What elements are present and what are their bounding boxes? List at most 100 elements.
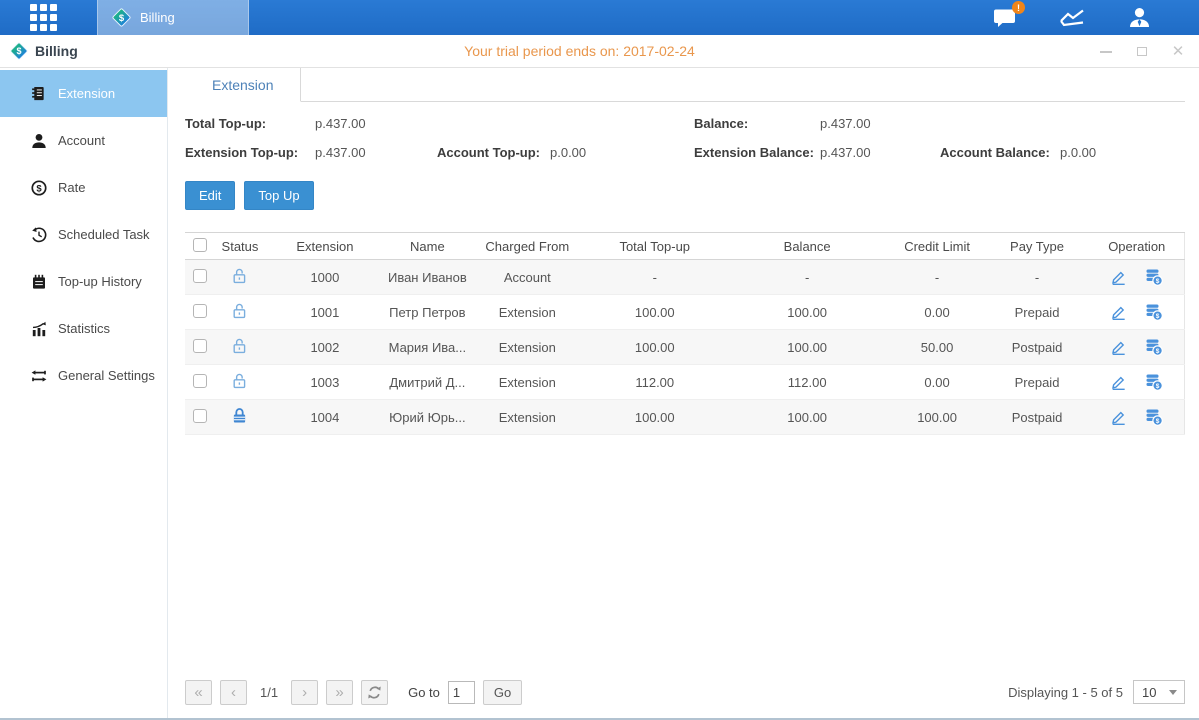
edit-row-icon[interactable]: [1110, 304, 1127, 321]
status-lock-icon[interactable]: [231, 372, 248, 389]
summary-panel: Total Top-up: p.437.00 Balance: p.437.00…: [185, 102, 1185, 160]
cell-name: Иван Иванов: [385, 260, 470, 295]
extension-table: Status Extension Name Charged From Total…: [185, 232, 1185, 668]
cell-extension: 1001: [265, 295, 385, 330]
table-row: 1001 Петр Петров Extension 100.00 100.00…: [185, 295, 1185, 330]
maximize-button[interactable]: [1135, 45, 1149, 59]
row-checkbox[interactable]: [193, 409, 207, 423]
cell-credit-limit: 0.00: [890, 295, 985, 330]
billing-diamond-icon: $: [112, 8, 131, 27]
prev-page-button[interactable]: ‹: [220, 680, 247, 705]
tab-strip: Extension: [185, 68, 1185, 102]
refresh-button[interactable]: [361, 680, 388, 705]
status-lock-icon[interactable]: [231, 302, 248, 319]
row-checkbox[interactable]: [193, 374, 207, 388]
chevron-down-icon: [1169, 690, 1177, 695]
sidebar-item-general-settings[interactable]: General Settings: [0, 352, 167, 399]
sidebar-item-scheduled-task[interactable]: Scheduled Task: [0, 211, 167, 258]
row-checkbox[interactable]: [193, 339, 207, 353]
edit-row-icon[interactable]: [1110, 269, 1127, 286]
statistics-chart-icon[interactable]: [1059, 8, 1086, 28]
billing-diamond-icon: $: [10, 42, 28, 60]
topup-row-icon[interactable]: $: [1145, 408, 1163, 426]
sidebar-item-label: Extension: [58, 86, 115, 101]
cell-total-topup: 112.00: [585, 365, 725, 400]
row-checkbox[interactable]: [193, 269, 207, 283]
status-lock-icon[interactable]: [231, 267, 248, 284]
goto-page-input[interactable]: [448, 681, 475, 704]
tab-label: Extension: [212, 77, 273, 93]
cell-name: Юрий Юрь...: [385, 400, 470, 435]
status-lock-icon[interactable]: [231, 337, 248, 354]
pagination-bar: « ‹ 1/1 › »: [185, 668, 1185, 716]
last-page-button[interactable]: »: [326, 680, 353, 705]
extension-topup-value: p.437.00: [315, 145, 437, 160]
displaying-text: Displaying 1 - 5 of 5: [1008, 685, 1123, 700]
cell-extension: 1002: [265, 330, 385, 365]
notepad-icon: [30, 274, 47, 290]
sidebar-item-topup-history[interactable]: Top-up History: [0, 258, 167, 305]
messages-icon[interactable]: !: [993, 7, 1017, 28]
edit-row-icon[interactable]: [1110, 409, 1127, 426]
minimize-button[interactable]: [1099, 45, 1113, 59]
col-status: Status: [215, 233, 265, 260]
row-checkbox[interactable]: [193, 304, 207, 318]
sidebar-item-account[interactable]: Account: [0, 117, 167, 164]
cell-pay-type: Prepaid: [985, 365, 1090, 400]
cell-balance: 100.00: [725, 400, 890, 435]
arrows-icon: [30, 368, 47, 384]
sidebar-item-label: Rate: [58, 180, 85, 195]
cell-balance: 100.00: [725, 330, 890, 365]
go-button[interactable]: Go: [483, 680, 522, 705]
col-total-topup: Total Top-up: [585, 233, 725, 260]
edit-button[interactable]: Edit: [185, 181, 235, 210]
cell-charged-from: Extension: [470, 295, 585, 330]
next-page-button[interactable]: ›: [291, 680, 318, 705]
topup-row-icon[interactable]: $: [1145, 373, 1163, 391]
topup-button[interactable]: Top Up: [244, 181, 313, 210]
sidebar-item-statistics[interactable]: Statistics: [0, 305, 167, 352]
sidebar-item-rate[interactable]: $ Rate: [0, 164, 167, 211]
svg-text:$: $: [1156, 348, 1160, 355]
first-page-button[interactable]: «: [185, 680, 212, 705]
sidebar-item-label: Statistics: [58, 321, 110, 336]
col-credit-limit: Credit Limit: [890, 233, 985, 260]
cell-balance: 100.00: [725, 295, 890, 330]
col-pay-type: Pay Type: [985, 233, 1090, 260]
status-lock-icon[interactable]: [231, 407, 248, 424]
apps-grid-icon[interactable]: [30, 4, 57, 31]
tab-extension[interactable]: Extension: [185, 68, 301, 102]
page-title: Billing: [35, 43, 78, 59]
topup-row-icon[interactable]: $: [1145, 268, 1163, 286]
person-icon: [30, 133, 47, 149]
edit-row-icon[interactable]: [1110, 374, 1127, 391]
extension-balance-value: p.437.00: [820, 145, 940, 160]
cell-pay-type: Postpaid: [985, 400, 1090, 435]
user-account-icon[interactable]: [1128, 7, 1151, 28]
topup-row-icon[interactable]: $: [1145, 303, 1163, 321]
total-topup-label: Total Top-up:: [185, 116, 315, 131]
sidebar-item-extension[interactable]: Extension: [0, 70, 167, 117]
page-size-select[interactable]: 10: [1133, 680, 1185, 704]
svg-text:$: $: [1156, 278, 1160, 285]
edit-row-icon[interactable]: [1110, 339, 1127, 356]
cell-name: Мария Ива...: [385, 330, 470, 365]
cell-pay-type: Prepaid: [985, 295, 1090, 330]
topbar-tab-billing[interactable]: $ Billing: [97, 0, 249, 35]
cell-charged-from: Account: [470, 260, 585, 295]
col-operation: Operation: [1089, 233, 1184, 260]
close-button[interactable]: ✕: [1171, 45, 1185, 59]
cell-name: Дмитрий Д...: [385, 365, 470, 400]
select-all-checkbox[interactable]: [193, 238, 207, 252]
table-row: 1003 Дмитрий Д... Extension 112.00 112.0…: [185, 365, 1185, 400]
topup-row-icon[interactable]: $: [1145, 338, 1163, 356]
cell-charged-from: Extension: [470, 400, 585, 435]
col-balance: Balance: [725, 233, 890, 260]
table-row: 1000 Иван Иванов Account - - - -: [185, 260, 1185, 295]
cell-name: Петр Петров: [385, 295, 470, 330]
balance-value: p.437.00: [820, 116, 940, 131]
trial-notice: Your trial period ends on: 2017-02-24: [0, 43, 1159, 59]
cell-charged-from: Extension: [470, 330, 585, 365]
cell-pay-type: -: [985, 260, 1090, 295]
dollar-circle-icon: $: [30, 180, 47, 196]
